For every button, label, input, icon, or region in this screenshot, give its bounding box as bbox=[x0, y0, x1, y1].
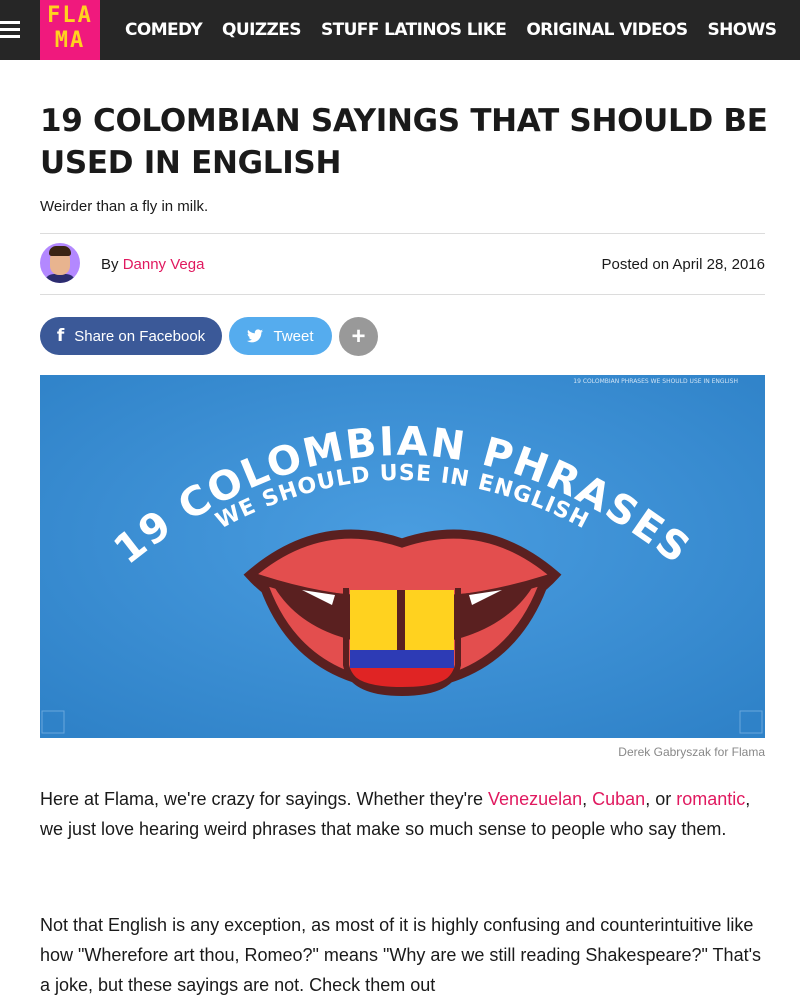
tweet-button[interactable]: Tweet bbox=[229, 317, 332, 355]
hero-illustration: 19 COLOMBIAN PHRASES WE SHOULD USE IN EN… bbox=[40, 375, 765, 738]
twitter-icon bbox=[247, 329, 264, 343]
flama-logo[interactable]: FLA MA bbox=[40, 0, 100, 60]
plus-icon: + bbox=[351, 322, 366, 350]
hero-image: 19 COLOMBIAN PHRASES WE SHOULD USE IN EN… bbox=[40, 375, 765, 738]
body-paragraph-1: Here at Flama, we're crazy for sayings. … bbox=[40, 784, 770, 844]
divider bbox=[40, 233, 765, 234]
link-romantic[interactable]: romantic bbox=[676, 789, 745, 809]
article-title: 19 COLOMBIAN SAYINGS THAT SHOULD BE USED… bbox=[40, 103, 768, 181]
p1-text-3: , or bbox=[645, 789, 677, 809]
nav-item-shows[interactable]: SHOWS bbox=[708, 20, 778, 40]
image-credit: Derek Gabryszak for Flama bbox=[618, 745, 765, 759]
nav-item-quizzes[interactable]: QUIZZES bbox=[222, 20, 302, 40]
logo-text-top: FLA bbox=[47, 3, 93, 28]
byline-prefix: By bbox=[101, 256, 119, 273]
logo-text-bottom: MA bbox=[54, 28, 86, 53]
author-avatar[interactable] bbox=[40, 243, 80, 283]
more-share-button[interactable]: + bbox=[339, 317, 378, 356]
byline: By Danny Vega bbox=[101, 256, 204, 273]
nav-item-original-videos[interactable]: ORIGINAL VIDEOS bbox=[526, 20, 688, 40]
facebook-icon: f bbox=[56, 326, 65, 346]
p1-text-2: , bbox=[582, 789, 593, 809]
link-cuban[interactable]: Cuban bbox=[592, 789, 645, 809]
body-paragraph-2: Not that English is any exception, as mo… bbox=[40, 915, 762, 995]
article-subtitle: Weirder than a fly in milk. bbox=[40, 198, 209, 215]
tweet-label: Tweet bbox=[273, 327, 314, 345]
post-date: Posted on April 28, 2016 bbox=[601, 256, 765, 273]
author-link[interactable]: Danny Vega bbox=[123, 256, 205, 273]
hero-watermark: 19 COLOMBIAN PHRASES WE SHOULD USE IN EN… bbox=[573, 378, 738, 385]
p1-text-1: Here at Flama, we're crazy for sayings. … bbox=[40, 789, 489, 809]
divider bbox=[40, 294, 765, 295]
share-facebook-button[interactable]: f Share on Facebook bbox=[40, 317, 222, 355]
top-nav: FLA MA COMEDY QUIZZES STUFF LATINOS LIKE… bbox=[0, 0, 800, 60]
nav-item-comedy[interactable]: COMEDY bbox=[125, 20, 203, 40]
nav-menu: COMEDY QUIZZES STUFF LATINOS LIKE ORIGIN… bbox=[125, 0, 796, 60]
menu-icon[interactable] bbox=[0, 19, 20, 41]
share-facebook-label: Share on Facebook bbox=[74, 327, 206, 345]
nav-item-stuff-latinos-like[interactable]: STUFF LATINOS LIKE bbox=[321, 20, 507, 40]
link-venezuelan[interactable]: Venezuelan bbox=[488, 789, 582, 809]
